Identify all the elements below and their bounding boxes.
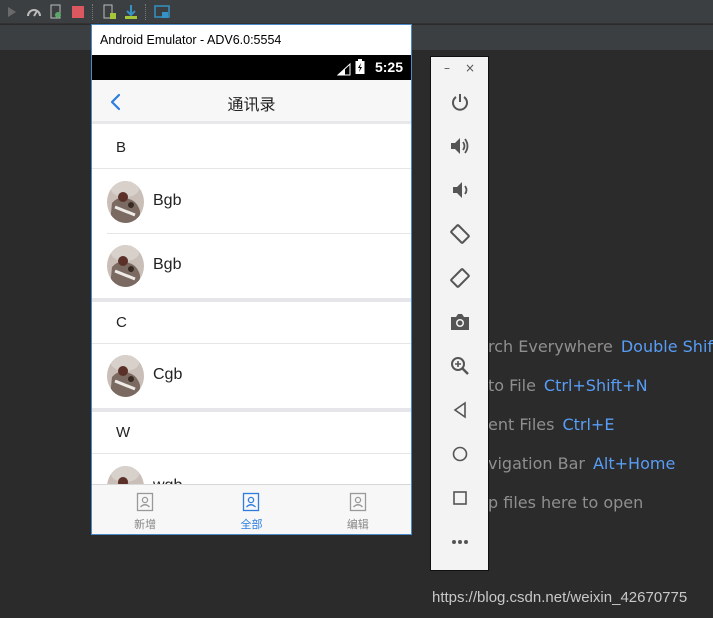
section-letter: B: [116, 139, 127, 156]
hint-shortcut: Double Shift: [620, 337, 713, 356]
emulator-title-bar[interactable]: Android Emulator - ADV6.0:5554: [92, 25, 411, 55]
nav-add[interactable]: 新增: [92, 485, 198, 534]
profiler-icon[interactable]: [24, 2, 44, 22]
power-icon[interactable]: [445, 87, 475, 117]
nav-label: 编辑: [346, 518, 369, 531]
nav-edit[interactable]: 编辑: [305, 485, 411, 534]
overview-icon[interactable]: [445, 483, 475, 513]
list-item[interactable]: wgb: [92, 455, 411, 484]
nav-label: 全部: [240, 518, 263, 531]
rotate-left-icon[interactable]: [445, 219, 475, 249]
hint-label: vigation Bar: [488, 454, 585, 473]
hint-recent-files: ent Files Ctrl+E: [488, 415, 614, 434]
emulator-side-toolbar: – ×: [430, 56, 489, 571]
section-header-c: C: [92, 302, 411, 344]
list-item[interactable]: Bgb: [92, 170, 411, 234]
avd-manager-icon[interactable]: [99, 2, 119, 22]
close-button[interactable]: ×: [465, 61, 475, 75]
nav-all[interactable]: 全部: [198, 485, 304, 534]
contact-card-icon: [349, 492, 367, 512]
layout-inspector-icon[interactable]: [152, 2, 172, 22]
sdk-manager-icon[interactable]: [121, 2, 141, 22]
ide-toolbar: [0, 0, 713, 24]
list-item[interactable]: Bgb: [92, 234, 411, 298]
hint-label: p files here to open: [488, 493, 644, 512]
list-item[interactable]: Cgb: [92, 344, 411, 408]
hint-navigation-bar: vigation Bar Alt+Home: [488, 454, 675, 473]
contact-name: Cgb: [153, 366, 183, 383]
hint-shortcut: Alt+Home: [592, 454, 676, 473]
minimize-button[interactable]: –: [444, 61, 450, 75]
contact-list[interactable]: B Bgb Bgb C Cgb W: [92, 127, 411, 484]
divider: [107, 453, 411, 454]
rotate-right-icon[interactable]: [445, 263, 475, 293]
section-header-w: W: [92, 412, 411, 454]
more-icon[interactable]: [445, 527, 475, 557]
volume-up-icon[interactable]: [445, 131, 475, 161]
app-bar: 通讯录: [92, 80, 411, 124]
section-header-b: B: [92, 127, 411, 169]
hint-search-everywhere: rch Everywhere Double Shift: [488, 337, 713, 356]
toolbar-separator: [145, 3, 146, 20]
home-icon[interactable]: [445, 439, 475, 469]
hint-drop-files: p files here to open: [488, 493, 643, 512]
side-window-buttons: – ×: [431, 61, 488, 77]
status-bar: 5:25: [92, 55, 411, 80]
avatar: [107, 245, 144, 287]
hint-shortcut: Ctrl+E: [562, 415, 615, 434]
hint-label: to File: [488, 376, 536, 395]
camera-icon[interactable]: [445, 307, 475, 337]
contact-name: Bgb: [153, 192, 182, 209]
bottom-navigation: 新增 全部 编辑: [92, 484, 411, 534]
play-arrow-icon[interactable]: [2, 2, 22, 22]
contact-card-icon: [136, 492, 154, 512]
divider: [107, 168, 411, 169]
section-letter: W: [116, 424, 131, 441]
emulator-window: Android Emulator - ADV6.0:5554 5:25 通讯录 …: [91, 24, 412, 535]
nav-label: 新增: [134, 518, 157, 531]
attach-debugger-icon[interactable]: [46, 2, 66, 22]
page-title: 通讯录: [227, 95, 276, 114]
avatar: [107, 181, 144, 223]
battery-icon: [355, 59, 365, 79]
volume-down-icon[interactable]: [445, 175, 475, 205]
section-letter: C: [116, 314, 127, 331]
status-time: 5:25: [374, 59, 403, 75]
toolbar-separator: [92, 3, 93, 20]
back-icon[interactable]: [445, 395, 475, 425]
hint-label: ent Files: [488, 415, 555, 434]
zoom-icon[interactable]: [445, 351, 475, 381]
hint-label: rch Everywhere: [488, 337, 613, 356]
stop-icon[interactable]: [68, 2, 88, 22]
watermark: https://blog.csdn.net/weixin_42670775: [432, 589, 688, 606]
avatar: [107, 466, 144, 484]
contact-name: Bgb: [153, 256, 182, 273]
hint-go-to-file: to File Ctrl+Shift+N: [488, 376, 648, 395]
avatar: [107, 355, 144, 397]
signal-icon: [336, 61, 351, 80]
contact-card-icon: [242, 492, 260, 512]
contact-name: wgb: [153, 477, 182, 484]
hint-shortcut: Ctrl+Shift+N: [543, 376, 648, 395]
